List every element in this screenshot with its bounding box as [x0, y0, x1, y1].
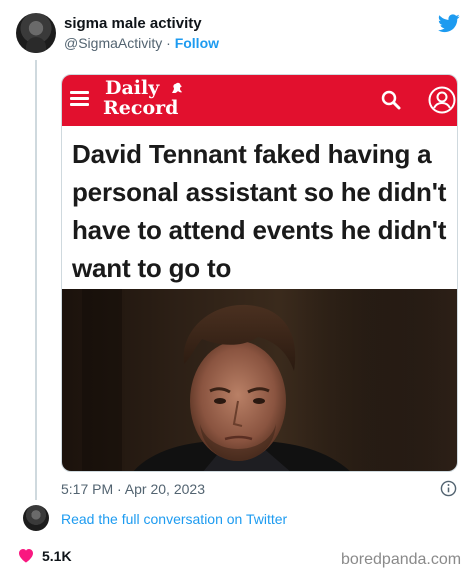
publication-logo-line1: Daily [105, 77, 160, 99]
search-icon [381, 90, 401, 110]
follow-button[interactable]: Follow [175, 35, 219, 51]
read-conversation-link[interactable]: Read the full conversation on Twitter [61, 511, 287, 527]
user-account-icon [428, 86, 456, 114]
conversation-avatar [23, 505, 49, 531]
like-count[interactable]: 5.1K [42, 548, 72, 564]
daily-record-header: Daily Record [62, 75, 457, 126]
twitter-bird-icon[interactable] [438, 14, 460, 33]
heart-icon[interactable] [18, 548, 34, 563]
article-headline: David Tennant faked having a personal as… [72, 139, 447, 283]
user-display-name[interactable]: sigma male activity [64, 15, 202, 32]
meta-separator: · [162, 35, 175, 51]
user-avatar[interactable] [16, 13, 56, 53]
embedded-image-card[interactable]: Daily Record David Tennant faked having … [61, 74, 458, 472]
user-handle[interactable]: @SigmaActivity [64, 35, 162, 51]
lion-crest-icon [172, 82, 182, 93]
boredpanda-watermark: boredpanda.com [341, 551, 462, 568]
user-meta: @SigmaActivity · Follow [64, 35, 219, 51]
info-icon[interactable] [440, 480, 457, 497]
article-photo [62, 289, 457, 471]
publication-logo-line2: Record [103, 97, 179, 119]
tweet-timestamp[interactable]: 5:17 PM · Apr 20, 2023 [61, 481, 205, 497]
hamburger-menu-icon [70, 91, 89, 106]
thread-line [35, 60, 37, 500]
